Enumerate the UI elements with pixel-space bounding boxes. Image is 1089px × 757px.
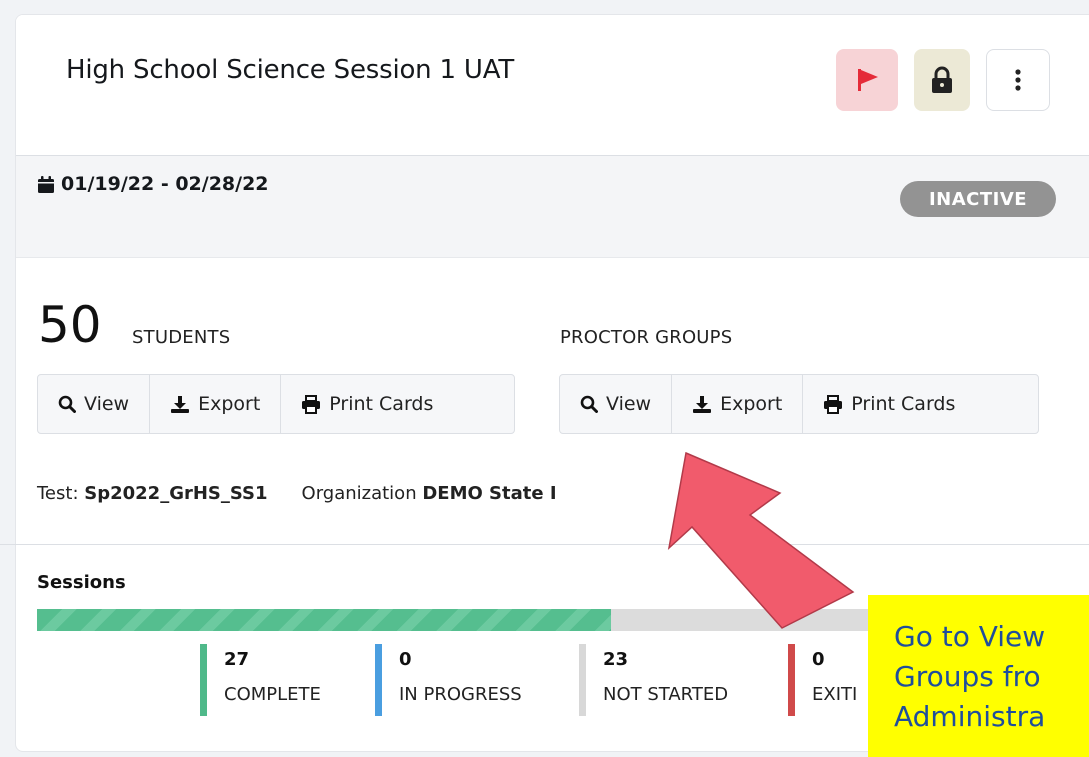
section-divider (0, 544, 1089, 545)
proctor-groups-view-label: View (606, 393, 652, 415)
date-range: 01/19/22 - 02/28/22 (37, 173, 269, 195)
lock-icon (932, 66, 952, 93)
callout-line-3: Administra (894, 700, 1046, 733)
stat-in-progress: 0 IN PROGRESS (375, 644, 522, 716)
organization-value: DEMO State I (422, 483, 557, 504)
card-header: High School Science Session 1 UAT (16, 15, 1089, 156)
stat-complete-value: 27 (224, 649, 250, 670)
stat-not-started: 23 NOT STARTED (579, 644, 728, 716)
callout-line-2: Groups fro (894, 660, 1041, 693)
students-print-cards-button[interactable]: Print Cards (281, 375, 453, 433)
callout-line-1: Go to View (894, 620, 1046, 653)
students-export-button[interactable]: Export (150, 375, 282, 433)
proctor-groups-label: PROCTOR GROUPS (560, 327, 733, 348)
annotation-callout: Go to View Groups fro Administra (868, 595, 1089, 757)
students-view-label: View (84, 393, 130, 415)
proctor-groups-print-cards-button[interactable]: Print Cards (803, 375, 975, 433)
stat-in-progress-value: 0 (399, 649, 412, 670)
test-metadata: Test: Sp2022_GrHS_SS1 Organization DEMO … (37, 483, 557, 504)
search-icon (580, 395, 598, 413)
status-badge: INACTIVE (900, 181, 1056, 217)
students-print-label: Print Cards (329, 393, 434, 415)
students-label: STUDENTS (132, 327, 231, 348)
download-icon (693, 395, 712, 413)
lock-button[interactable] (914, 49, 970, 111)
proctor-groups-export-button[interactable]: Export (672, 375, 804, 433)
students-actions: View Export Print Cards (37, 374, 515, 434)
proctor-groups-actions: View Export Print Cards (559, 374, 1039, 434)
organization-info: Organization DEMO State I (302, 483, 557, 504)
test-value: Sp2022_GrHS_SS1 (84, 483, 268, 504)
students-export-label: Export (198, 393, 261, 415)
download-icon (171, 395, 190, 413)
printer-icon (824, 394, 843, 414)
page-title: High School Science Session 1 UAT (66, 55, 515, 85)
search-icon (58, 395, 76, 413)
stat-exited-value: 0 (812, 649, 825, 670)
more-vertical-icon (1015, 69, 1021, 91)
students-view-button[interactable]: View (38, 375, 151, 433)
stat-exited-label: EXITI (812, 684, 858, 705)
flag-button[interactable] (836, 49, 898, 111)
printer-icon (302, 394, 321, 414)
test-info: Test: Sp2022_GrHS_SS1 (37, 483, 268, 504)
stat-not-started-value: 23 (603, 649, 629, 670)
stat-in-progress-label: IN PROGRESS (399, 684, 522, 705)
date-range-text: 01/19/22 - 02/28/22 (61, 173, 269, 195)
sessions-label: Sessions (37, 572, 126, 593)
test-label: Test: (37, 483, 79, 504)
student-count: 50 (38, 296, 102, 354)
flag-icon (858, 69, 878, 91)
proctor-groups-print-label: Print Cards (851, 393, 956, 415)
stat-exited: 0 EXITI (788, 644, 857, 716)
proctor-groups-view-button[interactable]: View (560, 375, 673, 433)
stat-complete: 27 COMPLETE (200, 644, 321, 716)
calendar-icon (38, 175, 54, 193)
proctor-groups-export-label: Export (720, 393, 783, 415)
organization-label: Organization (301, 483, 417, 504)
stat-complete-label: COMPLETE (224, 684, 321, 705)
more-options-button[interactable] (986, 49, 1050, 111)
stat-not-started-label: NOT STARTED (603, 684, 729, 705)
sessions-progress-complete (37, 609, 612, 631)
